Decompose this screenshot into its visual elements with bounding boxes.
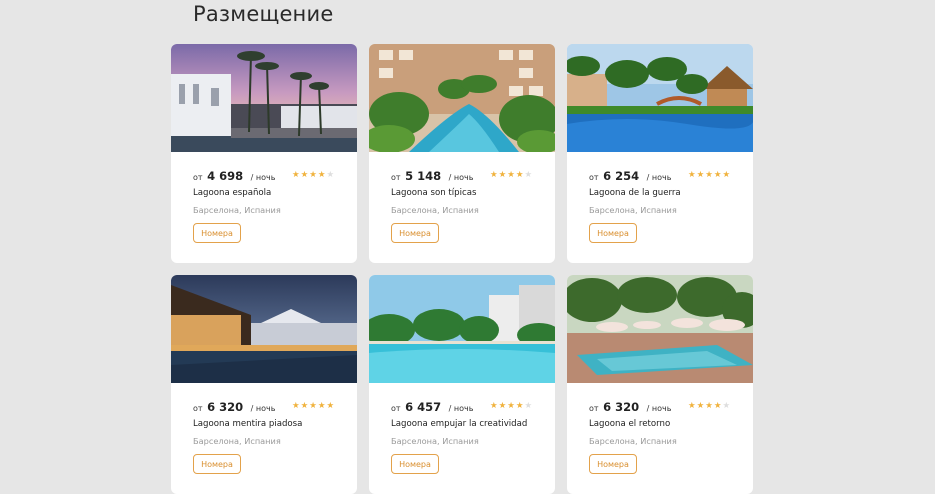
price-per-night-label: / ночь (448, 404, 474, 413)
price-per-night-label: / ночь (646, 173, 672, 182)
star-filled-icon: ★ (713, 170, 722, 180)
price-from-label: от (193, 173, 203, 182)
rooms-button[interactable]: Номера (589, 454, 637, 474)
star-filled-icon: ★ (507, 170, 515, 180)
star-rating: ★ ★ ★ ★ ★ (688, 402, 730, 411)
price-per-night-label: / ночь (646, 404, 672, 413)
hotel-card[interactable]: от 5 148 / ночь ★ ★ ★ ★ ★ Lagoona son típica… (369, 44, 555, 263)
price-amount: 4 698 (207, 169, 244, 183)
price-per-night-label: / ночь (448, 173, 474, 182)
star-filled-icon: ★ (326, 401, 335, 411)
hotel-card[interactable]: от 4 698 / ночь ★ ★ ★ ★ ★ Lagoona española Б… (171, 44, 357, 263)
hotel-location: Барселона, Испания (193, 205, 281, 215)
hotel-name[interactable]: Lagoona el retorno (589, 419, 670, 429)
rooms-button[interactable]: Номера (589, 223, 637, 243)
price-row: от 4 698 / ночь (193, 169, 275, 183)
star-filled-icon: ★ (688, 401, 696, 411)
price-amount: 6 320 (603, 400, 640, 414)
rooms-button[interactable]: Номера (391, 223, 439, 243)
price-row: от 6 320 / ночь (193, 400, 275, 414)
hotel-location: Барселона, Испания (193, 436, 281, 446)
rooms-button[interactable]: Номера (193, 454, 241, 474)
price-amount: 6 320 (207, 400, 244, 414)
star-filled-icon: ★ (498, 401, 507, 411)
star-filled-icon: ★ (688, 170, 696, 180)
star-filled-icon: ★ (705, 170, 713, 180)
hotel-photo[interactable] (567, 44, 753, 152)
star-empty-icon: ★ (722, 401, 731, 411)
star-empty-icon: ★ (524, 170, 533, 180)
rooms-button[interactable]: Номера (391, 454, 439, 474)
star-empty-icon: ★ (326, 170, 335, 180)
hotel-photo[interactable] (171, 44, 357, 152)
star-filled-icon: ★ (300, 170, 309, 180)
star-filled-icon: ★ (696, 401, 705, 411)
star-filled-icon: ★ (713, 401, 722, 411)
star-filled-icon: ★ (490, 170, 498, 180)
star-filled-icon: ★ (309, 170, 317, 180)
hotel-card[interactable]: от 6 320 / ночь ★ ★ ★ ★ ★ Lagoona mentira pi… (171, 275, 357, 494)
hotel-card[interactable]: от 6 254 / ночь ★ ★ ★ ★ ★ Lagoona de la guer… (567, 44, 753, 263)
star-filled-icon: ★ (705, 401, 713, 411)
hotel-name[interactable]: Lagoona son típicas (391, 188, 476, 198)
price-from-label: от (589, 404, 599, 413)
price-from-label: от (391, 404, 401, 413)
price-per-night-label: / ночь (250, 404, 276, 413)
star-filled-icon: ★ (309, 401, 317, 411)
star-filled-icon: ★ (722, 170, 731, 180)
rooms-button[interactable]: Номера (193, 223, 241, 243)
hotel-grid: от 4 698 / ночь ★ ★ ★ ★ ★ Lagoona española Б… (171, 44, 753, 494)
star-filled-icon: ★ (292, 170, 300, 180)
price-row: от 5 148 / ночь (391, 169, 473, 183)
star-filled-icon: ★ (498, 170, 507, 180)
star-filled-icon: ★ (515, 170, 524, 180)
price-amount: 5 148 (405, 169, 442, 183)
star-filled-icon: ★ (515, 401, 524, 411)
star-filled-icon: ★ (300, 401, 309, 411)
hotel-photo[interactable] (567, 275, 753, 383)
page-title: Размещение (193, 2, 334, 26)
price-row: от 6 254 / ночь (589, 169, 671, 183)
star-rating: ★ ★ ★ ★ ★ (292, 402, 334, 411)
star-rating: ★ ★ ★ ★ ★ (292, 171, 334, 180)
star-filled-icon: ★ (317, 170, 326, 180)
price-row: от 6 457 / ночь (391, 400, 473, 414)
star-filled-icon: ★ (507, 401, 515, 411)
price-amount: 6 457 (405, 400, 442, 414)
hotel-name[interactable]: Lagoona de la guerra (589, 188, 681, 198)
star-rating: ★ ★ ★ ★ ★ (688, 171, 730, 180)
hotel-card[interactable]: от 6 320 / ночь ★ ★ ★ ★ ★ Lagoona el retorno… (567, 275, 753, 494)
star-filled-icon: ★ (696, 170, 705, 180)
hotel-location: Барселона, Испания (589, 436, 677, 446)
price-row: от 6 320 / ночь (589, 400, 671, 414)
star-empty-icon: ★ (524, 401, 533, 411)
star-filled-icon: ★ (292, 401, 300, 411)
star-rating: ★ ★ ★ ★ ★ (490, 171, 532, 180)
hotel-name[interactable]: Lagoona mentira piadosa (193, 419, 302, 429)
price-per-night-label: / ночь (250, 173, 276, 182)
hotel-location: Барселона, Испания (391, 205, 479, 215)
star-rating: ★ ★ ★ ★ ★ (490, 402, 532, 411)
hotel-photo[interactable] (369, 275, 555, 383)
hotel-card[interactable]: от 6 457 / ночь ★ ★ ★ ★ ★ Lagoona empujar la… (369, 275, 555, 494)
hotel-location: Барселона, Испания (589, 205, 677, 215)
price-amount: 6 254 (603, 169, 640, 183)
hotel-name[interactable]: Lagoona empujar la creatividad (391, 419, 527, 429)
star-filled-icon: ★ (317, 401, 326, 411)
hotel-photo[interactable] (369, 44, 555, 152)
price-from-label: от (193, 404, 203, 413)
star-filled-icon: ★ (490, 401, 498, 411)
hotel-name[interactable]: Lagoona española (193, 188, 271, 198)
hotel-photo[interactable] (171, 275, 357, 383)
price-from-label: от (589, 173, 599, 182)
hotel-location: Барселона, Испания (391, 436, 479, 446)
price-from-label: от (391, 173, 401, 182)
